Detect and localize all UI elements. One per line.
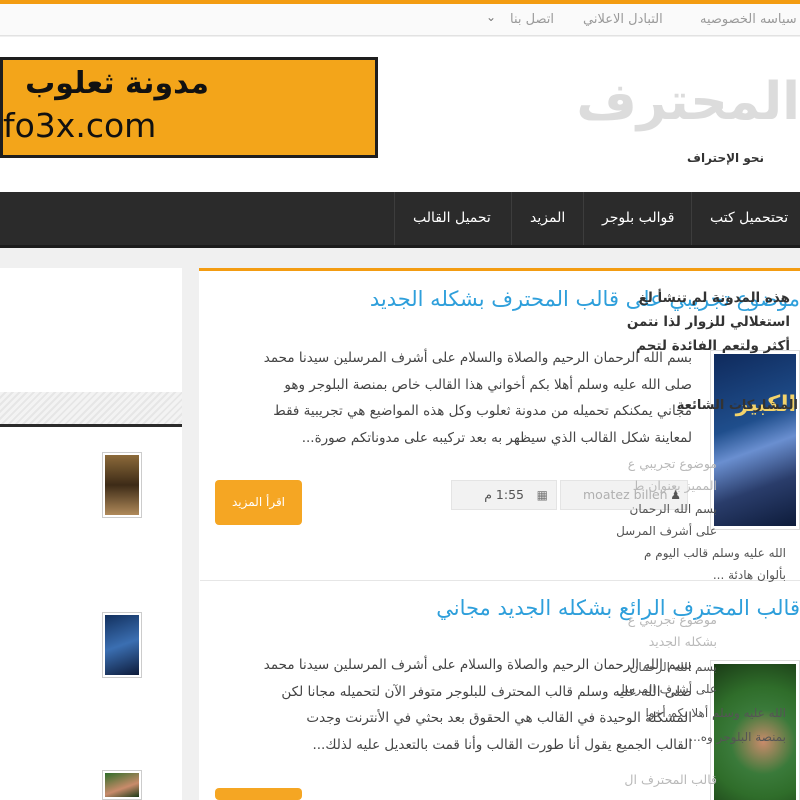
topnav-link-contact[interactable]: اتصل بنا xyxy=(510,12,554,27)
popular-post-thumbnail[interactable] xyxy=(102,770,142,800)
main-navigation: تحميل القالب المزيد قوالب بلوجر تحتحميل … xyxy=(0,192,800,248)
popular-post-title[interactable]: قالب المحترف ال xyxy=(624,772,717,787)
topnav-link-ads[interactable]: التبادل الاعلاني xyxy=(583,12,663,27)
site-logo[interactable]: المحترف xyxy=(576,72,800,132)
popular-post-image xyxy=(105,455,139,515)
nav-item-blogger-templates[interactable]: قوالب بلوجر xyxy=(583,192,692,245)
excerpt-line: بسم الله الرحمان الرحيم والصلاة والسلام … xyxy=(263,350,692,366)
chevron-down-icon[interactable]: ⌄ xyxy=(486,10,496,24)
page-gutter xyxy=(182,248,199,800)
excerpt-line: مجاني يمكنكم تحميله من مدونة ثعلوب وكل ه… xyxy=(273,403,692,419)
excerpt-line: المشكلة الوحيدة في القالب هي الحقوق بعد … xyxy=(306,710,692,726)
excerpt-line: بسم الله الرحمان الرحيم والصلاة والسلام … xyxy=(263,657,692,673)
post-time: ▦ 1:55 م xyxy=(451,480,557,510)
sidebar xyxy=(0,268,182,800)
post-excerpt: بسم الله الرحمان الرحيم والصلاة والسلام … xyxy=(230,345,692,451)
sidebar-intro-line: استغلالي للزوار لذا نتمن xyxy=(626,314,790,330)
popular-post-image xyxy=(105,773,139,797)
excerpt-line: القالب الجميع يقول أنا طورت القالب وأنا … xyxy=(312,736,692,753)
popular-post-text: بمنصة البلوجر وه... xyxy=(689,730,786,744)
banner-domain: fo3x.com xyxy=(3,106,157,145)
popular-post-text: بألوان هادئة ... xyxy=(712,568,786,582)
calendar-icon: ▦ xyxy=(536,488,548,502)
popular-post-title[interactable]: موضوع تجريبي ع xyxy=(628,612,717,627)
popular-post-title[interactable]: موضوع تجريبي ع xyxy=(628,456,717,471)
popular-post-image xyxy=(105,615,139,675)
excerpt-line: صلى الله عليه وسلم أهلا بكم أخواني هذا ا… xyxy=(284,376,692,393)
nav-item-download-books[interactable]: تحتحميل كتب xyxy=(691,192,800,245)
excerpt-line: لمعاينة شكل القالب الذي سيظهر به بعد ترك… xyxy=(301,429,692,446)
top-navigation: ⌄ اتصل بنا التبادل الاعلاني سياسه الخصوص… xyxy=(0,4,800,36)
post-thumbnail[interactable]: الكبير xyxy=(710,350,800,530)
site-tagline: نحو الإحتراف xyxy=(687,151,764,165)
read-more-button[interactable] xyxy=(215,788,302,800)
popular-post-text: الله عليه وسلم أهلا بكم أخوا xyxy=(645,706,786,720)
book-cover-image: الكبير xyxy=(714,354,796,526)
popular-posts-title: المشاركات الشائعة xyxy=(676,398,798,413)
popular-post-text: الله عليه وسلم قالب اليوم م xyxy=(644,546,786,560)
sidebar-intro-line: هذه المدونة لم تنشأ لغ xyxy=(638,290,790,306)
popular-posts-header-bg xyxy=(0,392,182,424)
popular-post-thumbnail[interactable] xyxy=(102,612,142,678)
popular-post-title[interactable]: المميز بعنوان ط xyxy=(633,478,717,493)
popular-post-text: على أشرف المرسل xyxy=(616,682,717,696)
advertisement-banner[interactable]: مدونة ثعلوب fo3x.com xyxy=(0,57,378,158)
popular-post-title[interactable]: بشكله الجديد xyxy=(649,634,717,649)
post-title[interactable]: قالب المحترف الرائع بشكله الجديد مجاني xyxy=(436,596,800,620)
sidebar-intro-text: أكثر ولتعم الفائدة لتحم xyxy=(636,338,790,354)
popular-post-text: بسم الله الرحمان xyxy=(629,660,718,674)
post-excerpt: بسم الله الرحمان الرحيم والصلاة والسلام … xyxy=(230,652,692,758)
popular-posts-underline xyxy=(0,424,182,427)
popular-post-thumbnail[interactable] xyxy=(102,452,142,518)
sidebar-intro-line: أكثر ولتعم الفائدة لتحم xyxy=(636,334,790,358)
nav-item-more[interactable]: المزيد xyxy=(511,192,583,245)
post-time-value: 1:55 م xyxy=(484,487,524,502)
popular-post-text: على أشرف المرسل xyxy=(616,524,717,538)
topnav-link-privacy[interactable]: سياسه الخصوصيه xyxy=(700,12,797,27)
popular-post-text: بسم الله الرحمان xyxy=(629,502,718,516)
nav-item-download-template[interactable]: تحميل القالب xyxy=(394,192,509,245)
post-divider xyxy=(200,580,800,581)
read-more-button[interactable]: اقرأ المزيد xyxy=(215,480,302,525)
banner-title: مدونة ثعلوب xyxy=(25,66,209,101)
